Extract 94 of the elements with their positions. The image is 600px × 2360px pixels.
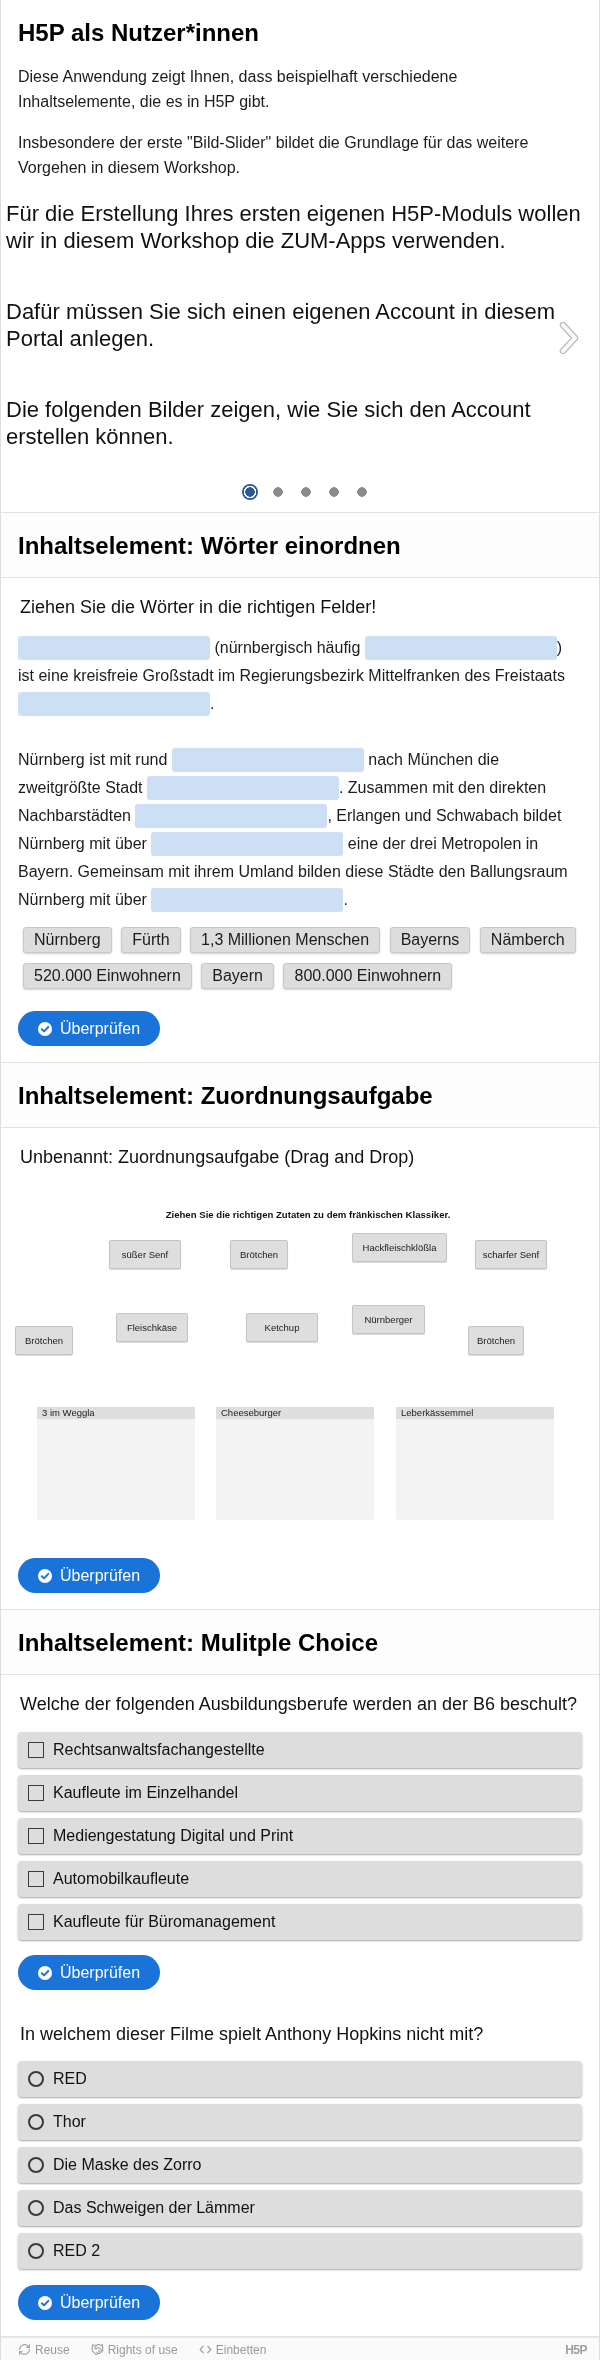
answer-option[interactable]: Die Maske des Zorro	[18, 2147, 582, 2183]
draggable-item[interactable]: Brötchen	[15, 1326, 73, 1355]
cloze-text: .	[343, 890, 348, 910]
answer-option[interactable]: Rechtsanwaltsfachangestellte	[18, 1732, 582, 1768]
instruction-text: Ziehen Sie die richtigen Zutaten zu dem fränkischen Klassiker.	[165, 1208, 451, 1222]
draggable-item[interactable]: Brötchen	[468, 1326, 524, 1355]
draggable-item[interactable]: Brötchen	[230, 1240, 288, 1269]
intro-paragraph: Diese Anwendung zeigt Ihnen, dass beispielhaft verschiedene Inhaltselemente, die es in H5P gibt.	[18, 67, 459, 112]
check-button[interactable]: Überprüfen	[18, 1558, 161, 1593]
cloze-text: )	[556, 638, 563, 658]
draggable-word[interactable]: Bayerns	[389, 927, 471, 953]
cloze-text: Nürnberg mit über	[18, 890, 148, 910]
draggable-word[interactable]: Bayern	[201, 963, 274, 989]
checkbox[interactable]	[28, 1871, 44, 1887]
check-button[interactable]: Überprüfen	[18, 2285, 161, 2320]
question-text: In welchem dieser Filme spielt Anthony Hopkins nicht mit?	[19, 2023, 484, 2046]
draggable-word[interactable]: 800.000 Einwohnern	[283, 963, 453, 989]
blank-field[interactable]	[135, 804, 328, 828]
cloze-text: Bayern. Gemeinsam mit ihrem Umland bilden diese Städte den Ballungsraum	[18, 862, 568, 882]
answer-option[interactable]: Kaufleute für Büromanagement	[18, 1904, 582, 1940]
cloze-text: . Zusammen mit den direkten	[338, 778, 547, 798]
blank-field[interactable]	[18, 692, 210, 716]
blank-field[interactable]	[151, 888, 344, 912]
radio-button[interactable]	[28, 2157, 44, 2173]
answer-option[interactable]: Automobilkaufleute	[18, 1861, 582, 1897]
cloze-text: , Erlangen und Schwabach bildet	[327, 806, 562, 826]
h5p-logo: H5P	[565, 2342, 587, 2357]
slide-text: Dafür müssen Sie sich einen eigenen Account in diesem Portal anlegen.	[6, 299, 556, 351]
blank-field[interactable]	[151, 832, 344, 856]
answer-option[interactable]: Das Schweigen der Lämmer	[18, 2190, 582, 2226]
drop-zone-label: 3 im Weggla	[37, 1407, 195, 1419]
cloze-text: Nachbarstädten	[18, 806, 132, 826]
section-title: Inhaltselement: Mulitple Choice	[18, 1628, 379, 1658]
cloze-text: eine der drei Metropolen in	[346, 834, 539, 854]
refresh-icon	[18, 2343, 31, 2356]
cloze-text: Nürnberg mit über	[18, 834, 148, 854]
slide-dot-icon[interactable]	[242, 484, 258, 500]
checkbox[interactable]	[28, 1914, 44, 1930]
answer-option[interactable]: RED	[18, 2061, 582, 2097]
answer-option[interactable]: Thor	[18, 2104, 582, 2140]
cloze-text: (nürnbergisch häufig	[213, 638, 362, 658]
cloze-text: ist eine kreisfreie Großstadt im Regierungsbezirk Mittelfranken des Freistaats	[18, 666, 565, 686]
check-circle-icon	[38, 1965, 52, 1980]
answer-option[interactable]: Kaufleute im Einzelhandel	[18, 1775, 582, 1811]
radio-button[interactable]	[28, 2200, 44, 2216]
draggable-word[interactable]: Nämberch	[479, 927, 576, 953]
answer-option[interactable]: RED 2	[18, 2233, 582, 2269]
draggable-item[interactable]: Nürnberger	[352, 1305, 425, 1334]
draggable-word[interactable]: 520.000 Einwohnern	[23, 963, 192, 989]
draggable-item[interactable]: Hackfleischklößla	[352, 1233, 447, 1262]
radio-button[interactable]	[28, 2243, 44, 2259]
handshake-icon	[90, 2343, 104, 2356]
blank-field[interactable]	[364, 636, 557, 660]
drop-zone-label: Cheeseburger	[216, 1407, 374, 1419]
check-circle-icon	[38, 2295, 52, 2310]
chevron-right-icon[interactable]	[559, 322, 579, 354]
draggable-item[interactable]: süßer Senf	[109, 1240, 181, 1269]
checkbox[interactable]	[28, 1828, 44, 1844]
section-title: Inhaltselement: Wörter einordnen	[18, 531, 401, 561]
check-circle-icon	[38, 1568, 52, 1583]
intro-paragraph: Insbesondere der erste "Bild-Slider" bildet die Grundlage für das weitere Vorgehen in diesem Workshop.	[18, 133, 530, 178]
check-circle-icon	[38, 1021, 52, 1036]
drop-zone[interactable]: Cheeseburger	[216, 1407, 374, 1520]
radio-button[interactable]	[28, 2071, 44, 2087]
question-text: Welche der folgenden Ausbildungsberufe werden an der B6 beschult?	[19, 1693, 578, 1716]
blank-field[interactable]	[171, 748, 364, 772]
draggable-word[interactable]: Nürnberg	[23, 927, 112, 953]
answer-option[interactable]: Mediengestatung Digital und Print	[18, 1818, 582, 1854]
blank-field[interactable]	[18, 636, 210, 660]
task-text: Ziehen Sie die Wörter in die richtigen Felder!	[19, 596, 377, 619]
slide-text: Für die Erstellung Ihres ersten eigenen H5P-Moduls wollen wir in diesem Workshop die ZUM-Apps verwenden.	[6, 201, 581, 253]
drop-zone[interactable]: 3 im Weggla	[37, 1407, 195, 1520]
checkbox[interactable]	[28, 1742, 44, 1758]
draggable-word[interactable]: 1,3 Millionen Menschen	[190, 927, 381, 953]
radio-button[interactable]	[28, 2114, 44, 2130]
drop-zone[interactable]: Leberkässemmel	[396, 1407, 554, 1520]
check-button[interactable]: Überprüfen	[18, 1955, 161, 1990]
drop-zone-label: Leberkässemmel	[396, 1407, 554, 1419]
draggable-item[interactable]: scharfer Senf	[475, 1240, 547, 1269]
draggable-item[interactable]: Ketchup	[246, 1313, 318, 1342]
cloze-text: .	[210, 694, 215, 714]
section-title: Inhaltselement: Zuordnungsaufgabe	[18, 1081, 433, 1111]
checkbox[interactable]	[28, 1785, 44, 1801]
code-icon	[198, 2343, 212, 2356]
cloze-text: Nürnberg ist mit rund	[18, 750, 169, 770]
task-text: Unbenannt: Zuordnungsaufgabe (Drag and Drop)	[19, 1146, 415, 1169]
slide-text: Die folgenden Bilder zeigen, wie Sie sich den Account erstellen können.	[6, 397, 531, 449]
draggable-item[interactable]: Fleischkäse	[116, 1313, 188, 1342]
draggable-word[interactable]: Fürth	[121, 927, 181, 953]
check-button[interactable]: Überprüfen	[18, 1011, 161, 1046]
blank-field[interactable]	[146, 776, 339, 800]
cloze-text: zweitgrößte Stadt	[18, 778, 144, 798]
cloze-text: nach München die	[367, 750, 500, 770]
page-title: H5P als Nutzer*innen	[18, 18, 259, 48]
